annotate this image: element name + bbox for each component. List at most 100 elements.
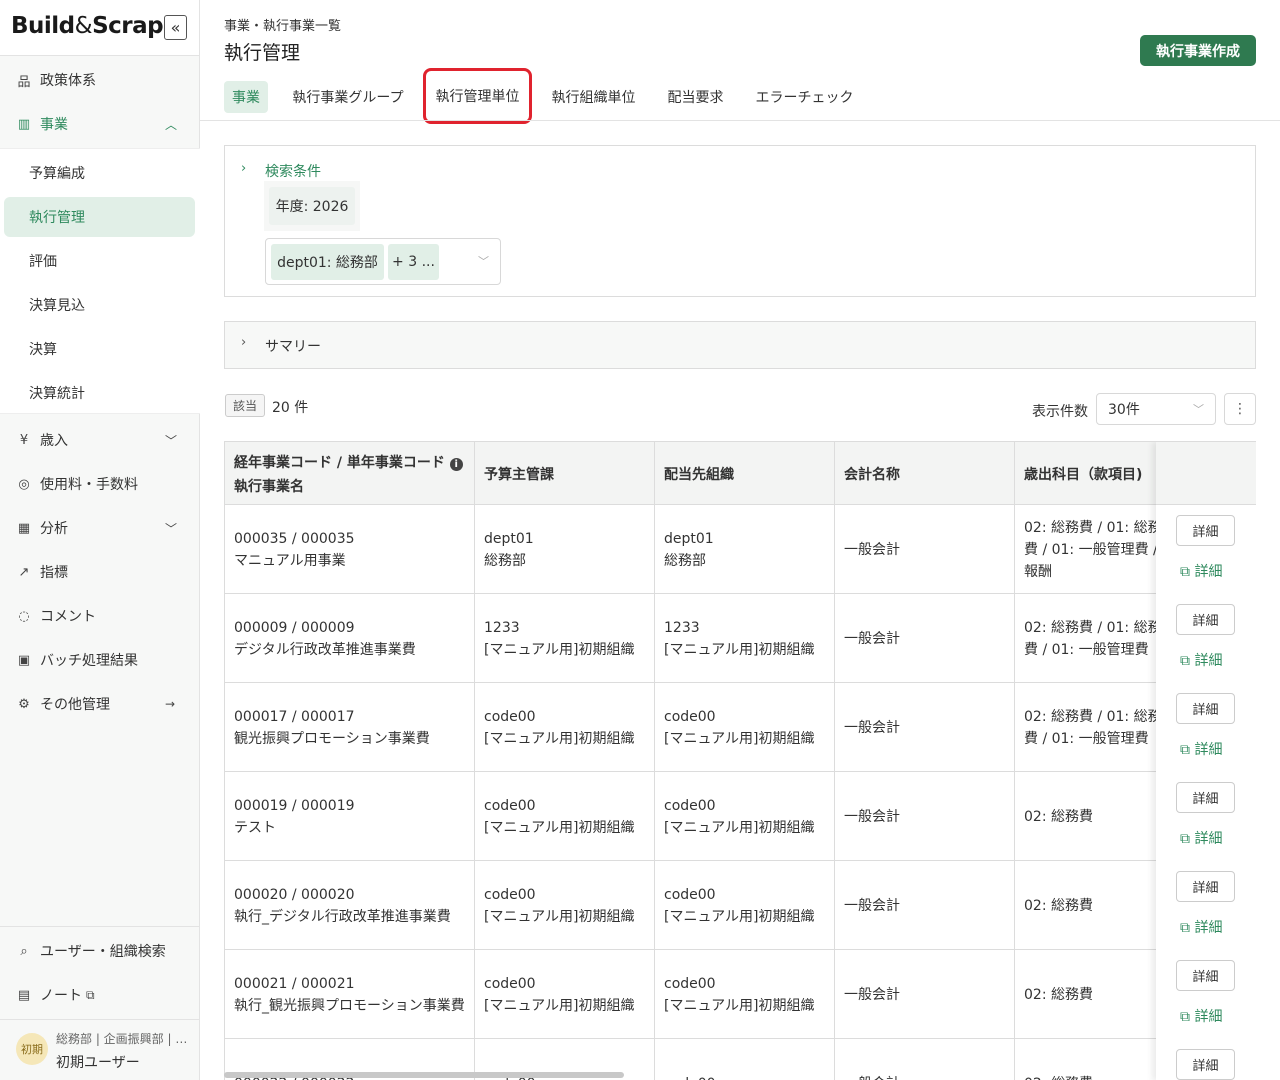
external-link-icon: ⧉	[1180, 831, 1195, 847]
summary-panel-title[interactable]: サマリー	[265, 336, 321, 356]
header-allocation-org[interactable]: 配当先組織	[655, 442, 835, 505]
chevron-right-icon[interactable]: ›	[241, 335, 246, 350]
detail-button[interactable]: 詳細	[1176, 604, 1235, 635]
summary-panel[interactable]: › サマリー	[224, 321, 1256, 369]
detail-button[interactable]: 詳細	[1176, 515, 1235, 546]
cell-account: 一般会計	[835, 950, 1015, 1039]
subnav-item-budget[interactable]: 予算編成	[4, 153, 195, 193]
sidebar-item-policy[interactable]: 品 政策体系	[0, 60, 200, 100]
subnav-label: 決算統計	[29, 386, 85, 402]
sidebar-item-batch[interactable]: ▣ バッチ処理結果	[0, 640, 200, 680]
tabs-divider	[200, 120, 1280, 121]
detail-external-link[interactable]: ⧉ 詳細	[1180, 739, 1222, 759]
detail-button[interactable]: 詳細	[1176, 960, 1235, 991]
year-filter-chip[interactable]: 年度: 2026	[269, 187, 355, 225]
tab-execution-org-units[interactable]: 執行組織単位	[543, 81, 644, 113]
table-row: 000009 / 000009 デジタル行政改革推進事業費 1233 [マニュアル用]…	[225, 594, 1256, 683]
subnav-item-settlement-stats[interactable]: 決算統計	[4, 373, 195, 413]
search-panel-title[interactable]: 検索条件	[265, 161, 321, 181]
tab-error-check[interactable]: エラーチェック	[747, 81, 862, 113]
search-icon: ⌕	[20, 943, 28, 959]
department-multi-select[interactable]: dept01: 総務部 + 3 ... ﹀	[265, 238, 501, 285]
cell-text: code00	[484, 708, 536, 725]
more-departments-chip[interactable]: + 3 ...	[388, 244, 439, 280]
cell-allocation-org: code00	[655, 1039, 835, 1080]
cell-project: 000017 / 000017 観光振興プロモーション事業費	[225, 683, 475, 772]
tab-projects[interactable]: 事業	[224, 81, 268, 113]
sidebar-item-label: コメント	[40, 609, 96, 625]
cell-text: 一般会計	[844, 719, 900, 736]
header-budget-dept[interactable]: 予算主管課	[475, 442, 655, 505]
header-project-code[interactable]: 経年事業コード / 単年事業コード i 執行事業名	[225, 442, 475, 505]
detail-button[interactable]: 詳細	[1176, 782, 1235, 813]
collapse-sidebar-button[interactable]: «	[164, 15, 187, 40]
tab-allocation-requests[interactable]: 配当要求	[658, 81, 733, 113]
cell-text: 000021 / 000021	[234, 975, 355, 992]
sidebar-item-analysis[interactable]: ▦ 分析 ﹀	[0, 508, 200, 548]
sidebar-item-label: 事業	[40, 117, 68, 133]
app-logo[interactable]: Build&Scrap	[11, 13, 164, 39]
chevron-down-icon: ﹀	[165, 521, 178, 536]
arrow-right-icon: →	[165, 697, 176, 711]
cell-text: [マニュアル用]初期組織	[664, 641, 815, 658]
subnav-item-settlement-forecast[interactable]: 決算見込	[4, 285, 195, 325]
trend-icon: ↗	[18, 564, 30, 580]
sidebar-item-label: バッチ処理結果	[40, 653, 138, 669]
chevron-right-icon[interactable]: ›	[241, 161, 246, 176]
cell-text: 観光振興プロモーション事業費	[234, 730, 430, 747]
subnav-label: 執行管理	[29, 210, 85, 226]
header-label: 執行事業名	[234, 478, 304, 495]
page-title: 執行管理	[224, 42, 301, 64]
cell-text: 一般会計	[844, 897, 900, 914]
sidebar-item-label: その他管理	[40, 697, 110, 713]
sidebar-item-projects[interactable]: ▥ 事業 ︿	[0, 104, 200, 144]
detail-button[interactable]: 詳細	[1176, 871, 1235, 902]
terminal-icon: ▣	[17, 652, 31, 668]
subnav-item-evaluation[interactable]: 評価	[4, 241, 195, 281]
sidebar-item-comments[interactable]: ◌ コメント	[0, 596, 200, 636]
cell-text: 執行_デジタル行政改革推進事業費	[234, 908, 451, 925]
cell-project: 000009 / 000009 デジタル行政改革推進事業費	[225, 594, 475, 683]
detail-external-link[interactable]: ⧉ 詳細	[1180, 650, 1222, 670]
detail-external-link[interactable]: ⧉ 詳細	[1180, 1006, 1222, 1026]
per-page-select[interactable]: 30件 ﹀	[1096, 393, 1216, 425]
more-options-button[interactable]: ⋮	[1224, 393, 1256, 425]
horizontal-scrollbar[interactable]	[224, 1072, 624, 1078]
cell-text: [マニュアル用]初期組織	[484, 730, 635, 747]
divider	[0, 1019, 200, 1020]
detail-external-link[interactable]: ⧉ 詳細	[1180, 561, 1222, 581]
subnav-item-settlement[interactable]: 決算	[4, 329, 195, 369]
subnav-label: 評価	[29, 254, 57, 270]
sidebar: Build&Scrap « 品 政策体系 ▥ 事業 ︿ 予算編成 執行管理 評価…	[0, 0, 200, 1080]
cell-text: [マニュアル用]初期組織	[484, 908, 635, 925]
tab-execution-groups[interactable]: 執行事業グループ	[282, 81, 414, 113]
sidebar-item-notes[interactable]: ▤ ノート ⧉	[0, 975, 200, 1015]
header-account-name[interactable]: 会計名称	[835, 442, 1015, 505]
subnav-item-execution[interactable]: 執行管理	[4, 197, 195, 237]
department-chip[interactable]: dept01: 総務部	[271, 244, 384, 280]
sidebar-item-indicators[interactable]: ↗ 指標	[0, 552, 200, 592]
sidebar-item-revenue[interactable]: ¥ 歳入 ﹀	[0, 420, 200, 460]
coin-hand-icon: ◎	[18, 476, 30, 492]
tab-execution-units[interactable]: 執行管理単位	[423, 68, 532, 124]
kebab-icon: ⋮	[1233, 401, 1247, 417]
create-execution-project-button[interactable]: 執行事業作成	[1140, 35, 1256, 66]
projects-subnav: 予算編成 執行管理 評価 決算見込 決算 決算統計	[0, 148, 200, 414]
sidebar-item-fees[interactable]: ◎ 使用料・手数料	[0, 464, 200, 504]
detail-button[interactable]: 詳細	[1176, 693, 1235, 724]
sidebar-item-other-admin[interactable]: ⚙ その他管理 →	[0, 684, 200, 724]
cell-project: 000021 / 000021 執行_観光振興プロモーション事業費	[225, 950, 475, 1039]
cell-text: マニュアル用事業	[234, 552, 346, 569]
info-icon[interactable]: i	[449, 457, 463, 471]
cell-text: [マニュアル用]初期組織	[484, 997, 635, 1014]
detail-button[interactable]: 詳細	[1176, 1049, 1235, 1080]
cell-text: 000035 / 000035	[234, 530, 355, 547]
logo-text-amp: &	[74, 13, 93, 39]
user-name: 初期ユーザー	[56, 1055, 140, 1071]
sidebar-item-user-search[interactable]: ⌕ ユーザー・組織検索	[0, 931, 200, 971]
cell-budget-dept: code00 [マニュアル用]初期組織	[475, 683, 655, 772]
avatar[interactable]: 初期	[16, 1033, 48, 1065]
detail-external-link[interactable]: ⧉ 詳細	[1180, 917, 1222, 937]
detail-external-link[interactable]: ⧉ 詳細	[1180, 828, 1222, 848]
cell-text: code00	[484, 975, 536, 992]
